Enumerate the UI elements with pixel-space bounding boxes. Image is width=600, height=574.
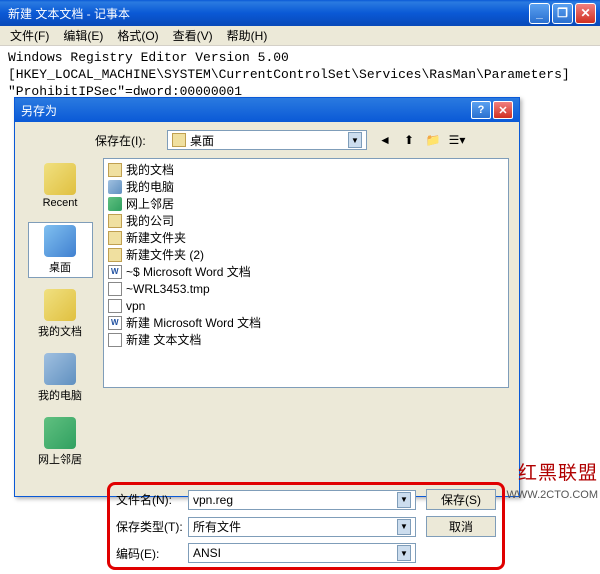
chevron-down-icon: ▼ (348, 132, 362, 148)
watermark-text: 红黑联盟 (518, 458, 598, 485)
sidebar-item-label: 网上邻居 (38, 451, 82, 467)
computer-icon (108, 180, 122, 194)
menu-help[interactable]: 帮助(H) (221, 25, 274, 46)
filetype-label: 保存类型(T): (116, 518, 188, 535)
filetype-combo[interactable]: 所有文件 ▼ (188, 517, 416, 537)
list-item[interactable]: vpn (106, 297, 506, 314)
save-as-dialog: 另存为 ? ✕ 保存在(I): 桌面 ▼ ◄ ⬆ 📁 ☰▾ Recent (14, 97, 520, 497)
list-item[interactable]: 新建文件夹 (106, 229, 506, 246)
folder-icon (108, 231, 122, 245)
dialog-titlebar: 另存为 ? ✕ (15, 98, 519, 122)
places-sidebar: Recent 桌面 我的文档 我的电脑 网上邻居 (25, 158, 95, 470)
sidebar-item-label: Recent (43, 197, 78, 209)
editor-content[interactable]: Windows Registry Editor Version 5.00 [HK… (0, 46, 600, 105)
filename-input[interactable]: vpn.reg ▼ (188, 490, 416, 510)
dialog-title: 另存为 (21, 102, 469, 119)
file-icon (108, 282, 122, 296)
filename-label: 文件名(N): (116, 491, 188, 508)
sidebar-item-desktop[interactable]: 桌面 (28, 222, 93, 278)
minimize-button[interactable]: _ (529, 3, 550, 24)
sidebar-item-documents[interactable]: 我的文档 (28, 286, 93, 342)
folder-icon (108, 248, 122, 262)
list-item[interactable]: ~$ Microsoft Word 文档 (106, 263, 506, 280)
sidebar-item-label: 桌面 (49, 259, 71, 275)
view-menu-button[interactable]: ☰▾ (447, 130, 467, 150)
file-list[interactable]: 我的文档 我的电脑 网上邻居 我的公司 新建文件夹 新建文件夹 (2) ~$ M… (103, 158, 509, 388)
menu-edit[interactable]: 编辑(E) (57, 25, 109, 46)
maximize-button[interactable]: ❐ (552, 3, 573, 24)
sidebar-item-recent[interactable]: Recent (28, 158, 93, 214)
save-in-combo[interactable]: 桌面 ▼ (167, 130, 367, 150)
window-buttons: _ ❐ ✕ (529, 3, 596, 24)
computer-icon (44, 353, 76, 385)
cancel-button[interactable]: 取消 (426, 516, 496, 537)
filename-value: vpn.reg (193, 493, 233, 507)
desktop-icon (172, 133, 186, 147)
documents-icon (44, 289, 76, 321)
save-in-label: 保存在(I): (95, 132, 167, 149)
list-item[interactable]: 我的公司 (106, 212, 506, 229)
list-item[interactable]: ~WRL3453.tmp (106, 280, 506, 297)
list-item[interactable]: 我的电脑 (106, 178, 506, 195)
list-item[interactable]: 网上邻居 (106, 195, 506, 212)
chevron-down-icon: ▼ (397, 519, 411, 535)
list-item[interactable]: 新建 文本文档 (106, 331, 506, 348)
back-button[interactable]: ◄ (375, 130, 395, 150)
menu-format[interactable]: 格式(O) (111, 25, 164, 46)
highlight-box: 文件名(N): vpn.reg ▼ 保存(S) 保存类型(T): 所有文件 ▼ … (107, 482, 505, 570)
window-title: 新建 文本文档 - 记事本 (4, 5, 529, 22)
new-folder-button[interactable]: 📁 (423, 130, 443, 150)
dialog-help-button[interactable]: ? (471, 101, 491, 119)
filetype-value: 所有文件 (193, 518, 241, 535)
up-button[interactable]: ⬆ (399, 130, 419, 150)
text-icon (108, 333, 122, 347)
folder-icon (108, 214, 122, 228)
chevron-down-icon: ▼ (397, 492, 411, 508)
recent-icon (44, 163, 76, 195)
list-item[interactable]: 新建文件夹 (2) (106, 246, 506, 263)
sidebar-item-network[interactable]: 网上邻居 (28, 414, 93, 470)
menu-file[interactable]: 文件(F) (4, 25, 55, 46)
sidebar-item-label: 我的电脑 (38, 387, 82, 403)
network-icon (108, 197, 122, 211)
network-icon (44, 417, 76, 449)
menubar: 文件(F) 编辑(E) 格式(O) 查看(V) 帮助(H) (0, 26, 600, 46)
chevron-down-icon: ▼ (397, 545, 411, 561)
encoding-combo[interactable]: ANSI ▼ (188, 543, 416, 563)
list-item[interactable]: 新建 Microsoft Word 文档 (106, 314, 506, 331)
close-button[interactable]: ✕ (575, 3, 596, 24)
save-button[interactable]: 保存(S) (426, 489, 496, 510)
folder-icon (108, 163, 122, 177)
window-titlebar: 新建 文本文档 - 记事本 _ ❐ ✕ (0, 0, 600, 26)
menu-view[interactable]: 查看(V) (167, 25, 219, 46)
save-in-value: 桌面 (190, 132, 348, 149)
sidebar-item-label: 我的文档 (38, 323, 82, 339)
list-item[interactable]: 我的文档 (106, 161, 506, 178)
file-icon (108, 299, 122, 313)
dialog-close-button[interactable]: ✕ (493, 101, 513, 119)
word-icon (108, 265, 122, 279)
watermark-url: WWW.2CTO.COM (507, 489, 598, 501)
sidebar-item-computer[interactable]: 我的电脑 (28, 350, 93, 406)
encoding-label: 编码(E): (116, 545, 188, 562)
encoding-value: ANSI (193, 546, 221, 560)
desktop-icon (44, 225, 76, 257)
word-icon (108, 316, 122, 330)
